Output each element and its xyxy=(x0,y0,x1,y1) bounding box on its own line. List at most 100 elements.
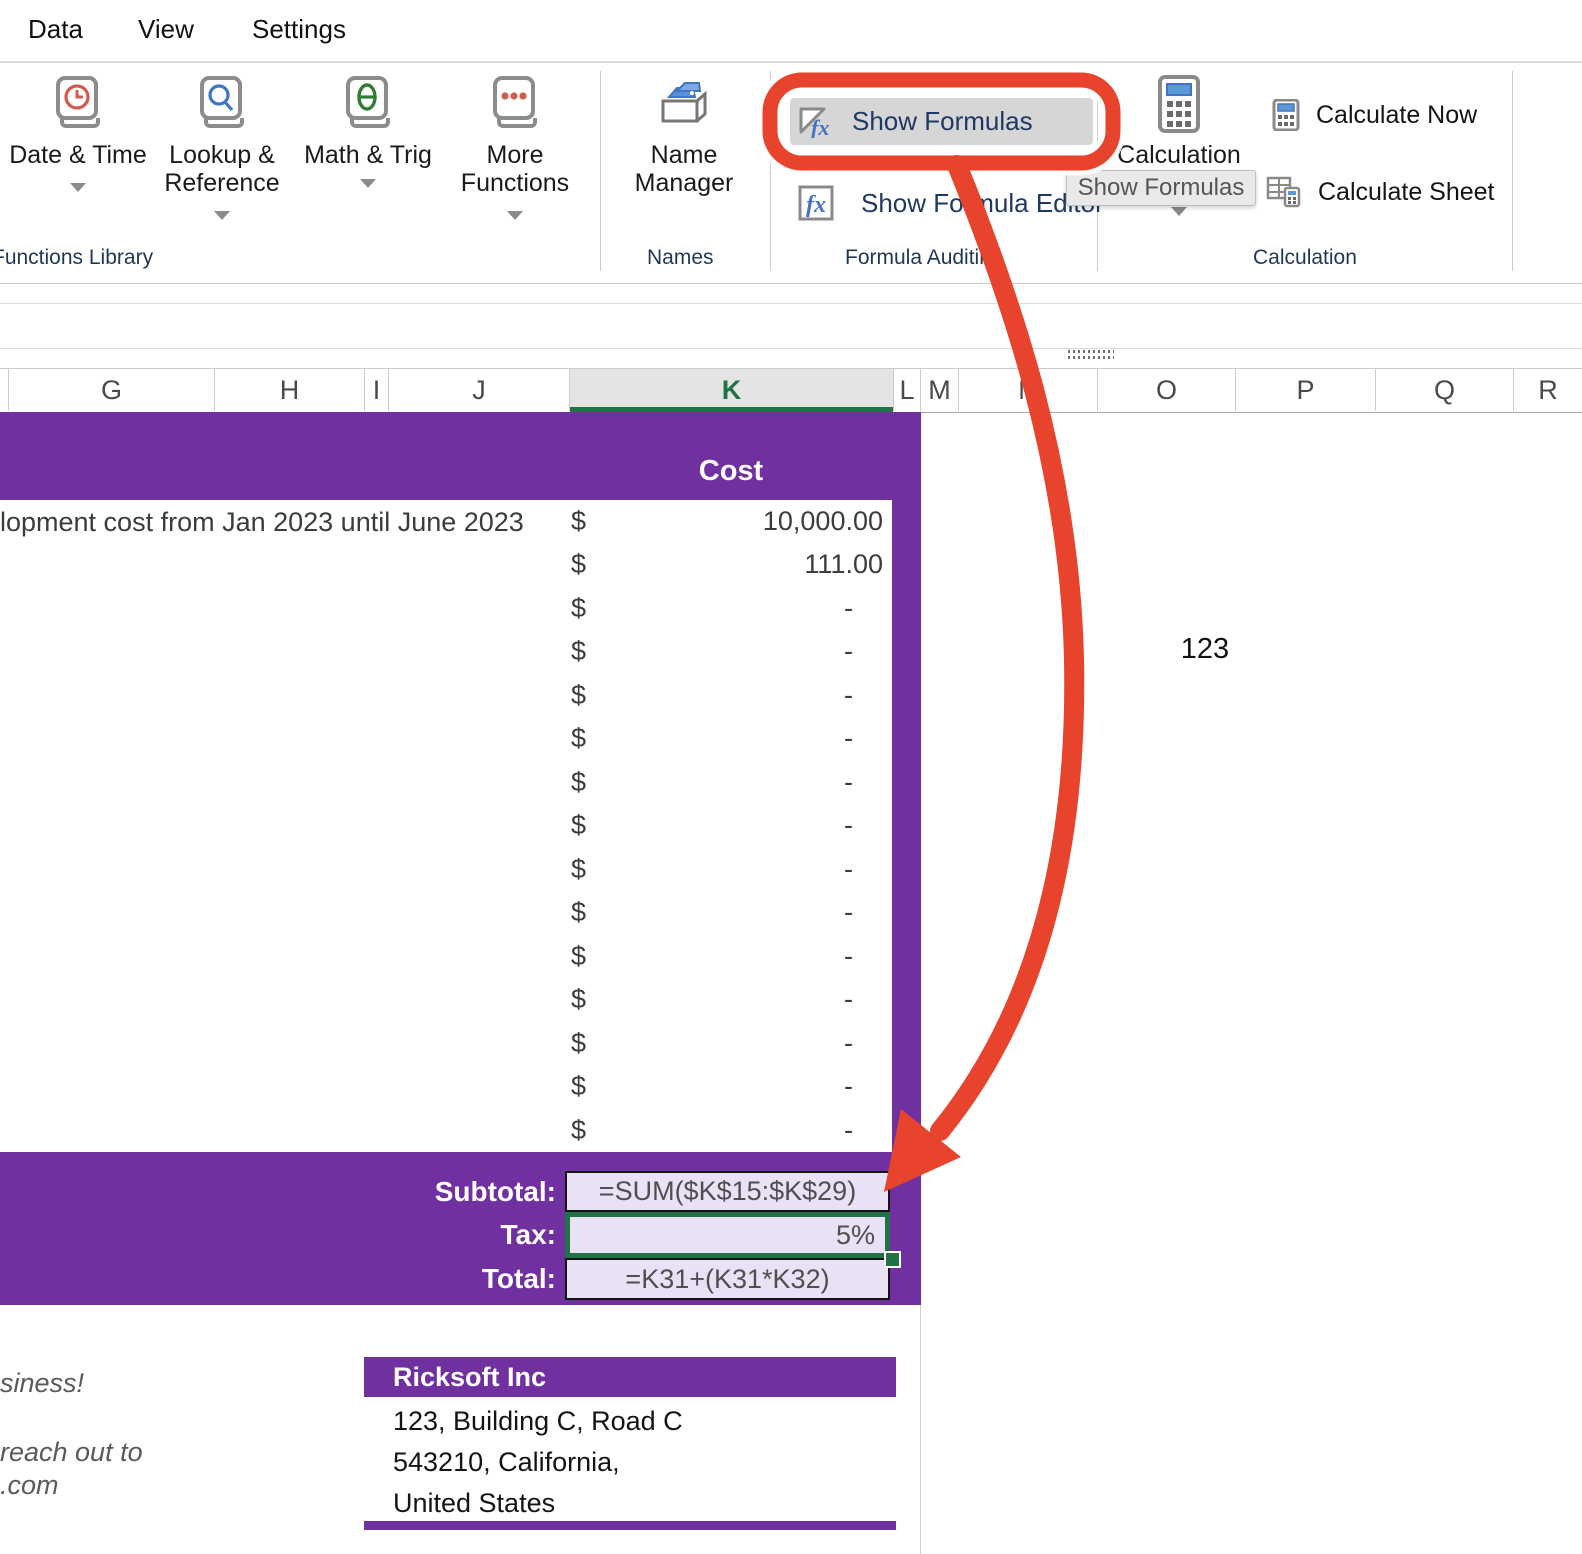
svg-text:fx: fx xyxy=(806,192,826,218)
invoice-row[interactable]: $- xyxy=(0,848,921,891)
cost-amount: - xyxy=(844,761,853,804)
cost-amount: - xyxy=(844,891,853,934)
invoice-totals-band: Subtotal: Tax: Total: =SUM($K$15:$K$29) … xyxy=(0,1152,921,1305)
invoice-row[interactable]: $- xyxy=(0,891,921,934)
invoice-row[interactable]: $- xyxy=(0,978,921,1021)
tax-value-cell[interactable]: 5% xyxy=(565,1212,890,1258)
chevron-down-icon[interactable] xyxy=(214,211,230,220)
invoice-row[interactable]: $111.00 xyxy=(0,543,921,586)
currency-symbol: $ xyxy=(571,1065,586,1108)
math-trig-button[interactable]: Math & Trig xyxy=(298,75,438,193)
column-header-L[interactable]: L xyxy=(893,369,920,411)
chevron-down-icon[interactable] xyxy=(1171,207,1187,216)
column-header-O[interactable]: O xyxy=(1097,369,1235,411)
column-header-I[interactable]: I xyxy=(364,369,388,411)
calculate-now-button[interactable]: Calculate Now xyxy=(1272,99,1477,131)
column-header-N[interactable]: N xyxy=(958,369,1097,411)
calculation-label: Calculation xyxy=(1109,141,1249,169)
cost-amount: - xyxy=(844,1109,853,1152)
invoice-row[interactable]: $- xyxy=(0,674,921,717)
invoice-row[interactable]: $- xyxy=(0,1022,921,1065)
invoice-row[interactable]: $- xyxy=(0,1109,921,1152)
cost-amount: - xyxy=(844,804,853,847)
column-header-G[interactable]: G xyxy=(8,369,214,411)
currency-symbol: $ xyxy=(571,1109,586,1152)
column-header-Q[interactable]: Q xyxy=(1375,369,1513,411)
footer-note-line: .com xyxy=(0,1470,59,1500)
cost-amount: - xyxy=(844,1022,853,1065)
total-label: Total: xyxy=(0,1258,556,1300)
lookup-reference-book-icon xyxy=(152,75,292,133)
cost-amount: - xyxy=(844,848,853,891)
tax-label: Tax: xyxy=(0,1212,556,1258)
subtotal-label: Subtotal: xyxy=(0,1171,556,1212)
column-header-R[interactable]: R xyxy=(1513,369,1582,411)
group-divider xyxy=(1512,71,1513,271)
svg-text:fx: fx xyxy=(811,115,829,138)
invoice-row[interactable]: $- xyxy=(0,630,921,673)
menu-item-view[interactable]: View xyxy=(138,14,194,45)
lookup-reference-button[interactable]: Lookup & Reference xyxy=(152,75,292,225)
name-manager-button[interactable]: Name Manager xyxy=(614,75,754,197)
formula-editor-icon: fx xyxy=(798,185,835,221)
cost-amount: - xyxy=(844,935,853,978)
total-formula-cell[interactable]: =K31+(K31*K32) xyxy=(565,1258,890,1300)
gridline-vertical xyxy=(920,1305,921,1554)
column-header-M[interactable]: M xyxy=(920,369,958,411)
currency-symbol: $ xyxy=(571,630,586,673)
calculation-icon xyxy=(1109,75,1249,133)
selection-fill-handle[interactable] xyxy=(884,1251,901,1268)
pane-split-handle[interactable] xyxy=(1068,350,1114,359)
lookup-reference-label: Lookup & Reference xyxy=(152,141,292,197)
invoice-row[interactable]: $- xyxy=(0,935,921,978)
chevron-down-icon[interactable] xyxy=(507,211,523,220)
chevron-down-icon[interactable] xyxy=(70,183,86,192)
date-time-button[interactable]: Date & Time xyxy=(8,75,148,197)
math-trig-book-icon xyxy=(298,75,438,133)
group-label-names: Names xyxy=(647,246,714,270)
formula-bar-top-border xyxy=(0,303,1582,304)
subtotal-formula-cell[interactable]: =SUM($K$15:$K$29) xyxy=(565,1171,890,1212)
invoice-row[interactable]: $10,000.00 xyxy=(0,500,921,543)
cell-value-123[interactable]: 123 xyxy=(1170,633,1240,665)
footer-note-line: siness! xyxy=(0,1368,84,1398)
column-header-row: GHIJKLMNOPQR xyxy=(0,368,1582,413)
column-header-K[interactable]: K xyxy=(569,369,893,411)
cost-amount: 10,000.00 xyxy=(763,500,883,543)
currency-symbol: $ xyxy=(571,935,586,978)
math-trig-label: Math & Trig xyxy=(298,141,438,169)
group-label-formula-auditing: Formula Auditing xyxy=(845,246,1003,270)
group-label-functions-library: Functions Library xyxy=(0,246,153,270)
ribbon: Date & Time Lookup & Reference xyxy=(0,63,1582,284)
chevron-down-icon[interactable] xyxy=(360,179,376,188)
column-header-H[interactable]: H xyxy=(214,369,364,411)
currency-symbol: $ xyxy=(571,848,586,891)
menu-bar: Data View Settings xyxy=(0,0,1582,63)
cost-amount: 111.00 xyxy=(804,543,883,586)
invoice-row[interactable]: $- xyxy=(0,587,921,630)
menu-item-settings[interactable]: Settings xyxy=(252,14,346,45)
show-formulas-label: Show Formulas xyxy=(852,106,1033,137)
invoice-rows: $10,000.00$111.00$-$-$-$-$-$-$-$-$-$-$-$… xyxy=(0,500,921,1152)
column-header-J[interactable]: J xyxy=(388,369,569,411)
invoice-row[interactable]: $- xyxy=(0,1065,921,1108)
column-header-P[interactable]: P xyxy=(1235,369,1375,411)
show-formula-editor-button[interactable]: fx Show Formula Editor xyxy=(798,185,1104,221)
currency-symbol: $ xyxy=(571,1022,586,1065)
more-functions-button[interactable]: More Functions xyxy=(445,75,585,225)
company-underline-bar xyxy=(364,1521,896,1530)
more-functions-book-icon xyxy=(445,75,585,133)
group-divider xyxy=(600,71,601,271)
menu-item-data[interactable]: Data xyxy=(28,14,83,45)
column-header-edge[interactable] xyxy=(0,369,8,411)
show-formulas-icon: fx xyxy=(798,106,838,138)
calculate-sheet-button[interactable]: Calculate Sheet xyxy=(1266,176,1495,208)
invoice-row[interactable]: $- xyxy=(0,804,921,847)
currency-symbol: $ xyxy=(571,891,586,934)
show-formulas-button[interactable]: fx Show Formulas xyxy=(790,98,1093,145)
invoice-row[interactable]: $- xyxy=(0,717,921,760)
spreadsheet-app-window: Data View Settings Date & Time xyxy=(0,0,1582,1554)
cost-amount: - xyxy=(844,978,853,1021)
invoice-row[interactable]: $- xyxy=(0,761,921,804)
group-divider xyxy=(770,71,771,271)
